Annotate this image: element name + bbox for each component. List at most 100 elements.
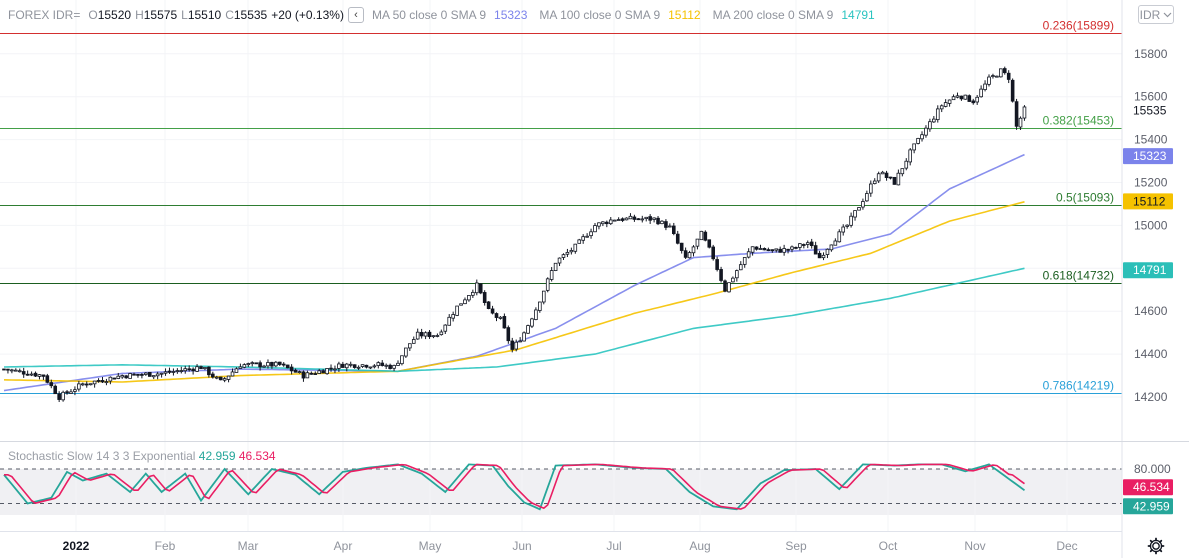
candle-body (490, 308, 495, 314)
chevron-down-icon (1163, 12, 1172, 17)
candle-body (589, 231, 593, 237)
candle-body (900, 168, 905, 175)
close-value: 15535 (233, 8, 268, 22)
stochastic-label[interactable]: Stochastic Slow 14 3 3 Exponential (8, 449, 195, 463)
candle-body (738, 264, 743, 271)
currency-button[interactable]: IDR (1138, 5, 1174, 24)
candle-body (258, 362, 262, 368)
candle-body (778, 248, 782, 253)
candle-body (439, 331, 444, 336)
candle-body (155, 373, 160, 377)
candle-body (971, 100, 976, 104)
candle-body (841, 226, 846, 233)
candle-body (577, 239, 582, 244)
candle-body (608, 219, 613, 225)
candle-body (451, 314, 455, 319)
candle-body (191, 368, 195, 372)
candle-body (360, 364, 365, 367)
candle-body (309, 372, 314, 375)
candle-body (380, 362, 385, 366)
candle-body (746, 251, 751, 258)
candle-body (632, 216, 637, 220)
candle-body (987, 76, 991, 85)
gear-icon[interactable] (1146, 536, 1166, 556)
candle-body (325, 368, 329, 375)
symbol-name[interactable]: FOREX IDR= (8, 8, 80, 22)
candle-body (770, 249, 775, 252)
candle-body (250, 362, 255, 365)
candle-body (33, 372, 38, 377)
candle-body (238, 366, 243, 369)
candle-body (270, 361, 274, 367)
price-tick-label: 14400 (1134, 347, 1168, 361)
candle-body (624, 217, 629, 221)
candle-body (975, 96, 979, 103)
candle-body (672, 225, 676, 235)
price-tick-label: 15400 (1134, 133, 1168, 147)
candle-body (1006, 72, 1011, 80)
candle-body (892, 176, 897, 185)
candle-body (65, 391, 69, 394)
candle-body (813, 245, 818, 255)
low-label: L (181, 8, 188, 22)
candle-body (853, 210, 857, 218)
candle-body (869, 183, 873, 194)
candle-body (41, 374, 46, 377)
candle-body (829, 244, 834, 251)
candle-body (541, 290, 546, 303)
candle-body (112, 377, 117, 380)
fib-level-label: 0.5(15093) (1056, 191, 1114, 205)
candle-body (687, 252, 692, 259)
ma50-label[interactable]: MA 50 close 0 SMA 9 (372, 8, 486, 22)
candle-body (605, 221, 609, 225)
candle-body (884, 172, 889, 178)
stochastic-band-fill (0, 469, 1122, 515)
candle-body (731, 277, 735, 283)
candle-body (991, 75, 995, 77)
ma100-label[interactable]: MA 100 close 0 SMA 9 (539, 8, 660, 22)
candle-body (668, 225, 672, 228)
candle-body (782, 248, 786, 253)
candle-body (274, 361, 278, 367)
candle-body (17, 370, 22, 373)
candle-body (644, 216, 649, 219)
candle-body (1014, 101, 1019, 127)
candle-body (207, 366, 211, 376)
candle-body (348, 363, 353, 366)
candle-body (876, 173, 881, 182)
candle-body (140, 374, 144, 376)
stochastic-k-tag: 42.959 (1133, 499, 1170, 513)
ma200-label[interactable]: MA 200 close 0 SMA 9 (713, 8, 834, 22)
candle-body (29, 373, 34, 376)
chart-canvas[interactable]: 0.236(15899) 0.382(15453) 0.5(15093) 0.618(… (0, 0, 1189, 558)
candle-body (49, 382, 54, 387)
collapse-legend-button[interactable]: ‹ (347, 7, 364, 23)
candle-body (526, 325, 530, 334)
candle-body (159, 372, 164, 375)
candle-body (612, 219, 617, 222)
candle-body (691, 246, 696, 254)
candle-body (455, 305, 459, 316)
candle-body (735, 270, 739, 279)
candle-body (675, 233, 680, 244)
candle-body (459, 303, 463, 306)
candle-body (175, 370, 180, 372)
candle-body (506, 327, 511, 342)
candle-body (356, 366, 361, 369)
candle-body (246, 363, 251, 366)
candle-body (171, 371, 176, 373)
candle-body (664, 221, 668, 228)
candle-body (242, 364, 247, 368)
stochastic-d-tag: 46.534 (1133, 480, 1170, 494)
candle-body (581, 236, 585, 241)
candle-body (214, 376, 219, 379)
candle-body (431, 335, 436, 338)
ma200-value: 14791 (841, 8, 875, 22)
candle-body (195, 366, 199, 372)
candle-body (313, 373, 318, 375)
candle-body (865, 193, 869, 202)
candle-body (530, 318, 534, 327)
candle-body (912, 143, 916, 151)
candle-body (939, 105, 944, 110)
candle-body (947, 99, 952, 104)
